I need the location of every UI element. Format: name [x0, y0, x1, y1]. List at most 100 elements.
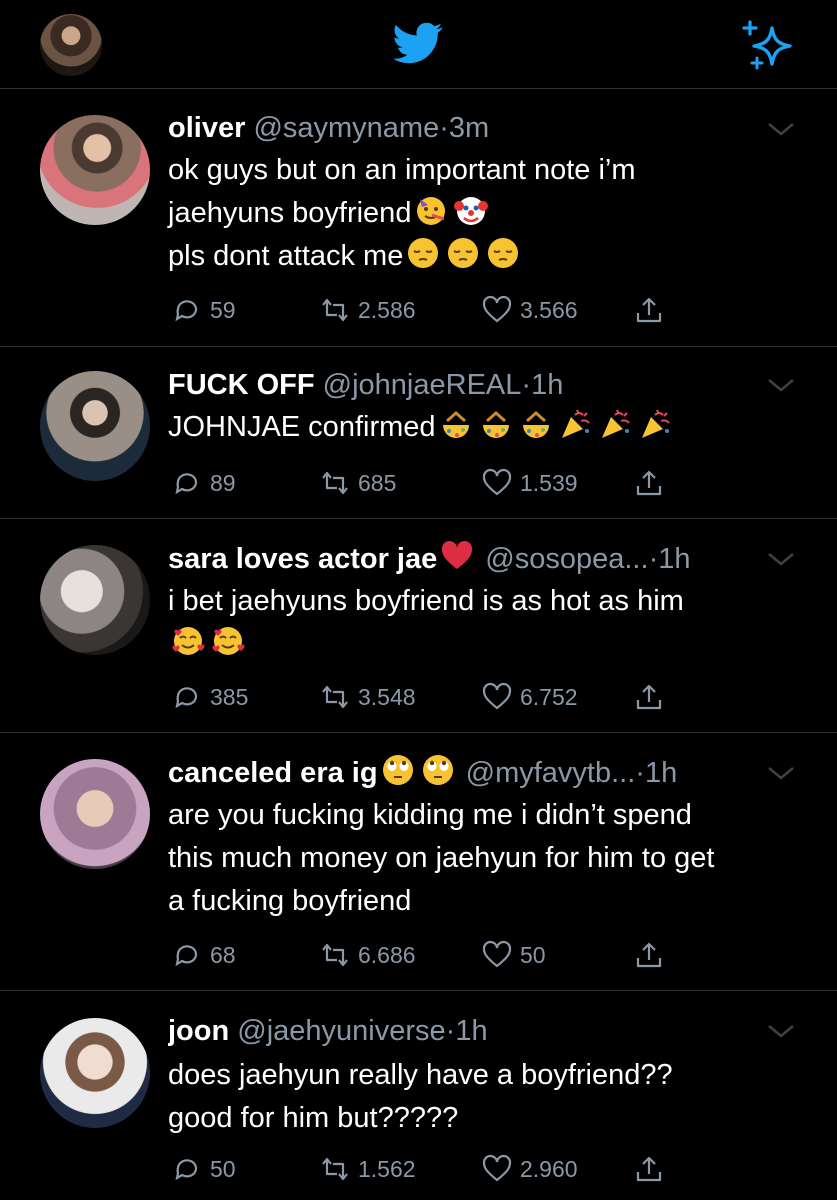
- display-name[interactable]: sara loves actor jae: [168, 543, 437, 575]
- timestamp: 1h: [644, 757, 678, 789]
- pensive-face-icon: [406, 236, 440, 270]
- display-name[interactable]: canceled era ig: [168, 757, 378, 789]
- tweet-line: [168, 623, 808, 666]
- separator-dot: ·: [635, 757, 645, 789]
- timestamp: 3m: [448, 112, 490, 144]
- retweet-button[interactable]: 3.548: [320, 681, 416, 713]
- heart-icon: [482, 295, 512, 323]
- smiling-face-with-hearts-icon: [171, 624, 205, 658]
- avatar[interactable]: [40, 759, 150, 869]
- tweet-actions: 59 2.586 3.566: [172, 294, 692, 326]
- tweet-header: canceled era ig @myfavytb...·1h: [168, 753, 768, 793]
- retweet-button[interactable]: 685: [320, 467, 396, 499]
- handle[interactable]: @myfavytb...: [466, 757, 636, 789]
- share-button[interactable]: [634, 1153, 672, 1185]
- reply-icon: [175, 473, 198, 495]
- reply-icon: [175, 945, 198, 967]
- retweet-button[interactable]: 6.686: [320, 939, 416, 971]
- timestamp: 1h: [455, 1015, 488, 1047]
- tweet-line: pls dont attack me: [168, 235, 808, 278]
- tweet-line: does jaehyun really have a boyfriend??: [168, 1059, 673, 1091]
- like-button[interactable]: 3.566: [482, 294, 578, 326]
- tweet-line: a fucking boyfriend: [168, 885, 412, 917]
- tweet-line: are you fucking kidding me i didn’t spen…: [168, 799, 692, 831]
- tweet[interactable]: joon @jaehyuniverse·1h does jaehyun real…: [0, 991, 837, 1200]
- reply-count: 68: [210, 941, 236, 968]
- retweet-button[interactable]: 1.562: [320, 1153, 416, 1185]
- reply-count: 385: [210, 683, 249, 710]
- tweet[interactable]: sara loves actor jae @sosopea...·1h i be…: [0, 519, 837, 733]
- like-count: 6.752: [520, 683, 578, 710]
- display-name[interactable]: FUCK OFF: [168, 369, 315, 401]
- like-button[interactable]: 1.539: [482, 467, 578, 499]
- separator-dot: ·: [445, 1015, 456, 1047]
- confetti-ball-icon: [519, 407, 553, 441]
- reply-button[interactable]: 68: [172, 939, 236, 971]
- handle[interactable]: @sosopea...: [485, 543, 648, 575]
- sparkle-icon[interactable]: [742, 20, 794, 70]
- tweet-actions: 385 3.548 6.752: [172, 681, 692, 713]
- tweet-line: jaehyuns boyfriend: [168, 192, 808, 235]
- share-icon: [636, 1156, 662, 1182]
- reply-icon: [175, 300, 198, 322]
- tweet-actions: 68 6.686 50: [172, 939, 692, 971]
- avatar[interactable]: [40, 1018, 150, 1128]
- reply-button[interactable]: 89: [172, 467, 236, 499]
- retweet-count: 2.586: [358, 296, 416, 323]
- reply-button[interactable]: 385: [172, 681, 248, 713]
- reply-count: 59: [210, 296, 236, 323]
- tweet-header: oliver @saymyname·3m: [168, 108, 768, 148]
- share-button[interactable]: [634, 939, 672, 971]
- chevron-down-icon[interactable]: [766, 119, 796, 139]
- twitter-bird-icon[interactable]: [390, 18, 446, 68]
- reply-button[interactable]: 59: [172, 294, 236, 326]
- tweet[interactable]: oliver @saymyname·3m ok guys but on an i…: [0, 89, 837, 347]
- reply-icon: [175, 1159, 198, 1181]
- share-button[interactable]: [634, 467, 672, 499]
- timestamp: 1h: [531, 369, 564, 401]
- profile-avatar[interactable]: [40, 14, 102, 76]
- avatar[interactable]: [40, 545, 150, 655]
- top-bar: [0, 0, 837, 89]
- heart-icon: [482, 682, 512, 710]
- retweet-button[interactable]: 2.586: [320, 294, 416, 326]
- like-count: 3.566: [520, 296, 578, 323]
- handle[interactable]: @saymyname: [253, 112, 439, 144]
- chevron-down-icon[interactable]: [766, 549, 796, 569]
- party-popper-icon: [599, 407, 633, 441]
- confetti-ball-icon: [439, 407, 473, 441]
- share-button[interactable]: [634, 681, 672, 713]
- share-icon: [636, 297, 662, 323]
- retweet-icon: [322, 1157, 348, 1181]
- reply-icon: [175, 687, 198, 709]
- heart-icon: [482, 1154, 512, 1182]
- like-button[interactable]: 2.960: [482, 1153, 578, 1185]
- retweet-icon: [322, 685, 348, 709]
- like-count: 50: [520, 941, 546, 968]
- separator-dot: ·: [648, 543, 659, 575]
- reply-button[interactable]: 50: [172, 1153, 236, 1185]
- share-button[interactable]: [634, 294, 672, 326]
- like-button[interactable]: 6.752: [482, 681, 578, 713]
- avatar[interactable]: [40, 371, 150, 481]
- tweet[interactable]: FUCK OFF @johnjaeREAL·1h JOHNJAE confirm…: [0, 347, 837, 519]
- chevron-down-icon[interactable]: [766, 763, 796, 783]
- eye-roll-face-icon: [421, 753, 455, 787]
- like-button[interactable]: 50: [482, 939, 546, 971]
- tweet-text: are you fucking kidding me i didn’t spen…: [168, 794, 808, 923]
- retweet-count: 1.562: [358, 1155, 416, 1182]
- clown-face-icon: [454, 193, 489, 227]
- handle[interactable]: @jaehyuniverse: [237, 1015, 445, 1047]
- display-name[interactable]: joon: [168, 1015, 229, 1047]
- chevron-down-icon[interactable]: [766, 375, 796, 395]
- separator-dot: ·: [439, 112, 449, 144]
- pensive-face-icon: [446, 236, 480, 270]
- handle[interactable]: @johnjaeREAL: [323, 369, 522, 401]
- tweet-line: JOHNJAE confirmed: [168, 406, 808, 449]
- retweet-icon: [322, 943, 348, 967]
- display-name[interactable]: oliver: [168, 112, 245, 144]
- tweet[interactable]: canceled era ig @myfavytb...·1h are you …: [0, 733, 837, 991]
- avatar[interactable]: [40, 115, 150, 225]
- chevron-down-icon[interactable]: [766, 1021, 796, 1041]
- tweet-line: i bet jaehyuns boyfriend is as hot as hi…: [168, 585, 684, 617]
